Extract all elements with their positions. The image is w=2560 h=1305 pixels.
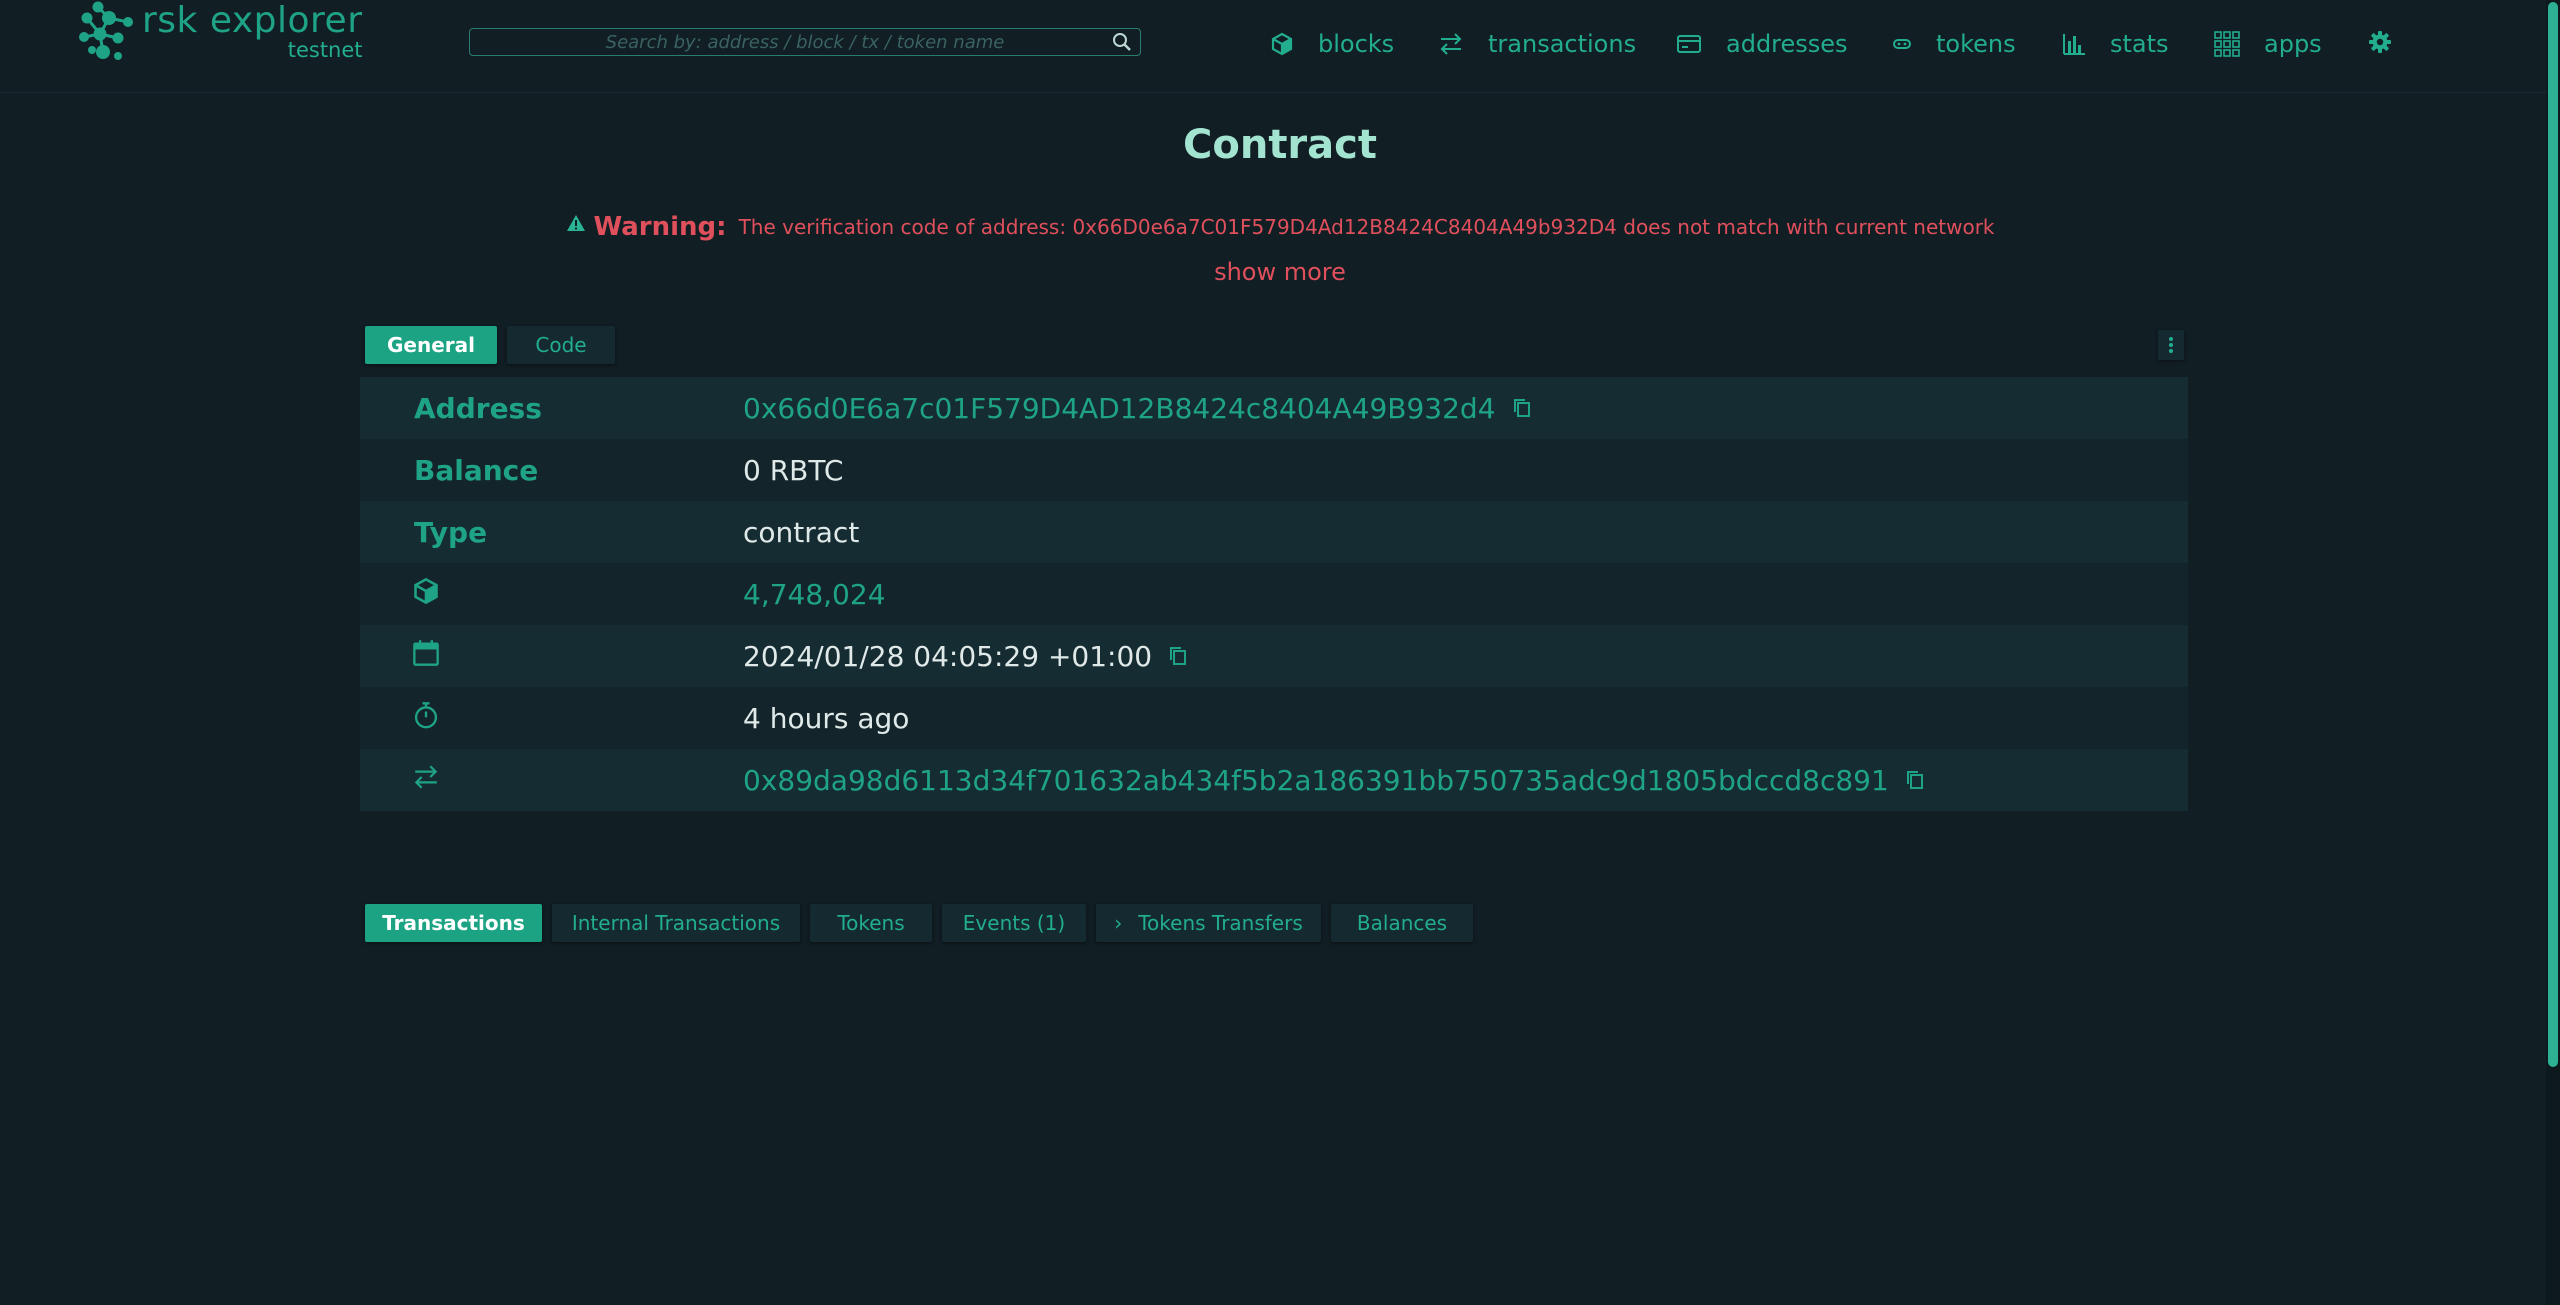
- type-row: Type contract: [360, 501, 2188, 563]
- bar-chart-icon: [2063, 34, 2085, 55]
- calendar-icon: [413, 640, 439, 666]
- date-value: 2024/01/28 04:05:29 +01:00: [743, 640, 1188, 673]
- nav-stats[interactable]: stats: [2062, 24, 2169, 64]
- warning-text: The verification code of address: 0x66D0…: [738, 215, 1995, 239]
- tab-internal-transactions[interactable]: Internal Transactions: [552, 904, 800, 942]
- copy-icon[interactable]: [1512, 397, 1532, 419]
- logo-name: rsk explorer: [142, 0, 363, 41]
- search-icon[interactable]: [1112, 32, 1132, 52]
- copy-icon[interactable]: [1168, 645, 1188, 667]
- address-link[interactable]: 0x66d0E6a7c01F579D4AD12B8424c8404A49B932…: [743, 392, 1496, 425]
- show-more-link[interactable]: show more: [0, 258, 2560, 286]
- tab-events[interactable]: Events (1): [942, 904, 1086, 942]
- cube-icon: [1271, 32, 1293, 56]
- network-label: testnet: [287, 38, 363, 62]
- rsk-logo-icon: [79, 1, 133, 60]
- search-input[interactable]: Search by: address / block / tx / token …: [469, 28, 1141, 56]
- nav-apps-label: apps: [2264, 30, 2322, 58]
- top-navbar: rsk explorer testnet Search by: address …: [0, 0, 2560, 93]
- tab-general[interactable]: General: [365, 326, 497, 364]
- block-row: 4,748,024: [360, 563, 2188, 625]
- timestamp-text: 2024/01/28 04:05:29 +01:00: [743, 639, 1153, 673]
- nav-transactions-label: transactions: [1488, 30, 1637, 58]
- tab-tokens-transfers-label: Tokens Transfers: [1138, 911, 1303, 935]
- tab-transactions[interactable]: Transactions: [365, 904, 542, 942]
- card-icon: [1677, 35, 1701, 53]
- copy-icon[interactable]: [1905, 769, 1925, 791]
- nav-stats-label: stats: [2110, 30, 2169, 58]
- warning-label: Warning:: [593, 212, 727, 242]
- address-value: 0x66d0E6a7c01F579D4AD12B8424c8404A49B932…: [743, 392, 1532, 425]
- nav-tokens-label: tokens: [1936, 30, 2016, 58]
- age-row: 4 hours ago: [360, 687, 2188, 749]
- tx-value: 0x89da98d6113d34f701632ab434f5b2a186391b…: [743, 764, 1925, 797]
- contract-details-table: Address 0x66d0E6a7c01F579D4AD12B8424c840…: [360, 377, 2188, 811]
- tx-hash-link[interactable]: 0x89da98d6113d34f701632ab434f5b2a186391b…: [743, 764, 1889, 797]
- verification-warning: Warning: The verification code of addres…: [0, 212, 2560, 242]
- age-value: 4 hours ago: [743, 701, 910, 735]
- creation-tx-row: 0x89da98d6113d34f701632ab434f5b2a186391b…: [360, 749, 2188, 811]
- page-title: Contract: [1183, 122, 1377, 168]
- balance-value: 0 RBTC: [743, 453, 844, 487]
- cube-icon: [414, 577, 438, 605]
- scrollbar-thumb[interactable]: [2548, 2, 2558, 1067]
- warning-icon: [566, 215, 585, 231]
- nav-addresses[interactable]: addresses: [1676, 24, 1848, 64]
- date-row: 2024/01/28 04:05:29 +01:00: [360, 625, 2188, 687]
- detail-tabs: General Code: [365, 326, 625, 364]
- arrows-icon: [1440, 33, 1462, 55]
- gear-icon[interactable]: [2368, 30, 2392, 54]
- block-number-link[interactable]: 4,748,024: [743, 578, 886, 611]
- type-value: contract: [743, 515, 860, 549]
- grid-icon: [2214, 31, 2240, 57]
- nav-addresses-label: addresses: [1726, 30, 1848, 58]
- nav-blocks[interactable]: blocks: [1270, 24, 1394, 64]
- tab-tokens[interactable]: Tokens: [810, 904, 932, 942]
- nav-blocks-label: blocks: [1318, 30, 1395, 58]
- more-options-button[interactable]: [2158, 330, 2184, 360]
- nav-apps[interactable]: apps: [2214, 24, 2322, 64]
- balance-label: Balance: [414, 453, 539, 487]
- rsk-explorer-logo[interactable]: rsk explorer testnet: [78, 0, 363, 64]
- chevron-right-icon: ›: [1114, 911, 1123, 935]
- search-placeholder: Search by: address / block / tx / token …: [605, 31, 1005, 53]
- type-label: Type: [414, 515, 488, 549]
- bottom-tabs: Transactions Internal Transactions Token…: [365, 904, 1483, 942]
- tab-tokens-transfers[interactable]: › Tokens Transfers: [1096, 904, 1321, 942]
- address-label: Address: [414, 391, 542, 425]
- tab-code[interactable]: Code: [507, 326, 615, 364]
- nav-tokens[interactable]: tokens: [1892, 24, 2016, 64]
- tab-balances[interactable]: Balances: [1331, 904, 1473, 942]
- nav-transactions[interactable]: transactions: [1438, 24, 1636, 64]
- kebab-menu-icon: [2169, 337, 2173, 353]
- stopwatch-icon: [414, 702, 438, 729]
- arrows-icon: [414, 765, 438, 789]
- token-icon: [1893, 39, 1911, 49]
- balance-row: Balance 0 RBTC: [360, 439, 2188, 501]
- address-row: Address 0x66d0E6a7c01F579D4AD12B8424c840…: [360, 377, 2188, 439]
